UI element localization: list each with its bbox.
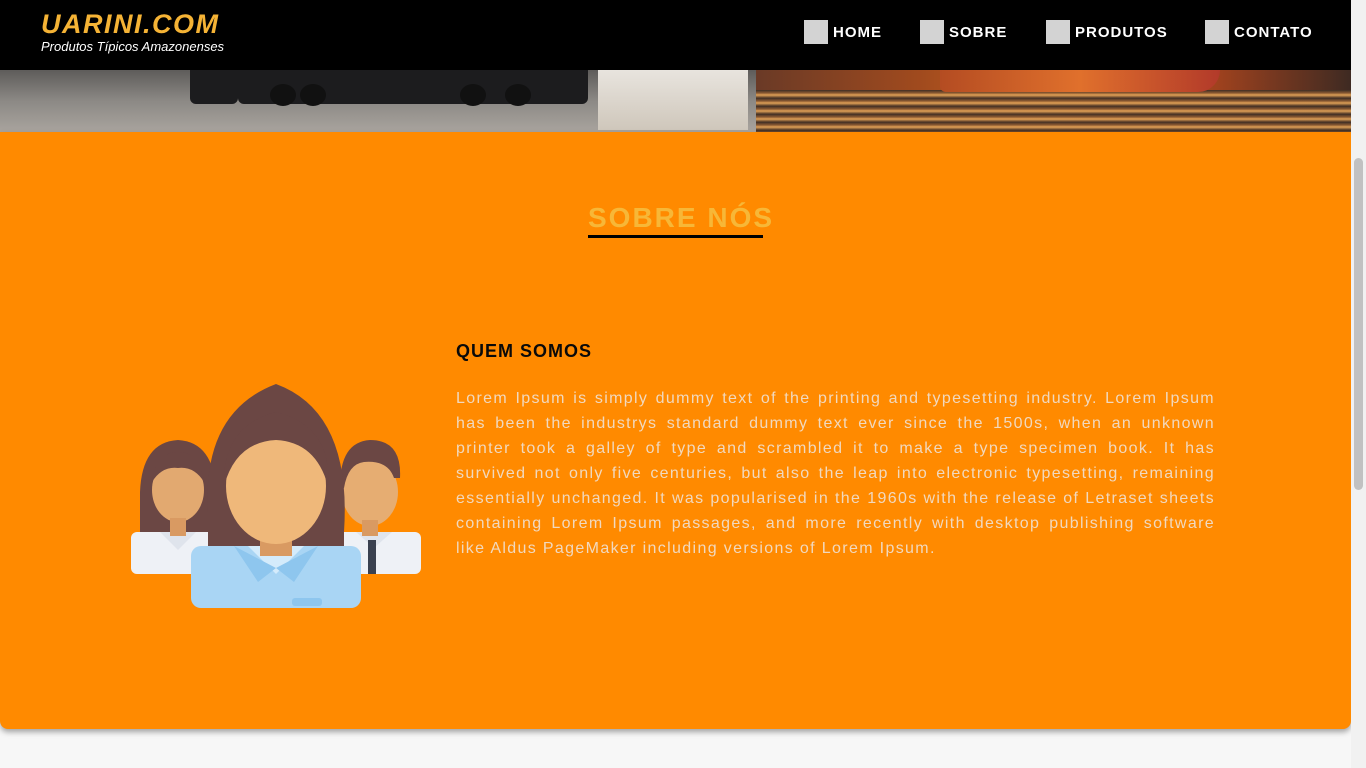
page: UARINI.COM Produtos Típicos Amazonenses … [0,0,1351,768]
about-title-underline [588,235,763,238]
hero-water [756,90,1351,132]
nav-home-label[interactable]: HOME [833,24,882,41]
hero-wheel [270,84,296,106]
about-paragraph: Lorem Ipsum is simply dummy text of the … [456,390,1215,557]
nav-home[interactable]: HOME [804,20,882,44]
nav-produtos-label[interactable]: PRODUTOS [1075,24,1168,41]
scrollbar-thumb[interactable] [1354,158,1363,490]
nav-sobre-label[interactable]: SOBRE [949,24,1007,41]
nav-sobre[interactable]: SOBRE [920,20,1007,44]
nav-produtos[interactable]: PRODUTOS [1046,20,1168,44]
nav-contato[interactable]: CONTATO [1205,20,1313,44]
hero-ship [940,70,1220,92]
about-title: SOBRE NÓS [588,202,775,233]
brand[interactable]: UARINI.COM Produtos Típicos Amazonenses [41,8,224,55]
placeholder-icon [920,20,944,44]
brand-subtitle: Produtos Típicos Amazonenses [41,39,225,54]
hero-wheel [505,84,531,106]
hero-truck-cab [190,70,238,104]
who-we-are-heading: QUEM SOMOS [456,341,593,361]
team-people-icon [131,384,421,608]
hero-container [598,70,748,130]
placeholder-icon [804,20,828,44]
placeholder-icon [1205,20,1229,44]
navbar: UARINI.COM Produtos Típicos Amazonenses … [0,0,1351,70]
brand-title[interactable]: UARINI.COM [41,8,224,40]
hero-wheel [300,84,326,106]
placeholder-icon [1046,20,1070,44]
scrollbar[interactable] [1351,0,1366,768]
about-section: SOBRE NÓS QUEM SOMOS Lorem Ipsum is simp… [0,132,1351,729]
hero-wheel [460,84,486,106]
nav-contato-label[interactable]: CONTATO [1234,24,1313,41]
